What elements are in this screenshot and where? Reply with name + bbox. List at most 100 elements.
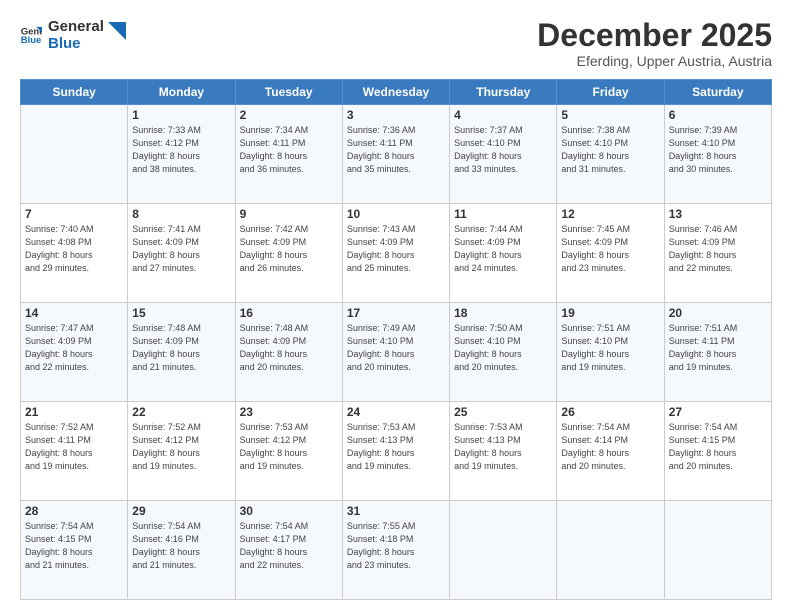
day-number: 5 — [561, 108, 659, 122]
day-number: 17 — [347, 306, 445, 320]
calendar-cell: 14Sunrise: 7:47 AM Sunset: 4:09 PM Dayli… — [21, 303, 128, 402]
calendar-cell: 5 Sunrise: 7:38 AM Sunset: 4:10 PM Daylig… — [557, 105, 664, 204]
day-number: 8 — [132, 207, 230, 221]
calendar-header-wednesday: Wednesday — [342, 80, 449, 105]
day-number: 15 — [132, 306, 230, 320]
day-info: Sunrise: 7:53 AM Sunset: 4:13 PM Dayligh… — [454, 421, 552, 473]
calendar-cell: 9 Sunrise: 7:42 AM Sunset: 4:09 PM Daylig… — [235, 204, 342, 303]
calendar-cell: 30 Sunrise: 7:54 AM Sunset: 4:17 PM Dayli… — [235, 501, 342, 600]
day-number: 3 — [347, 108, 445, 122]
day-number: 18 — [454, 306, 552, 320]
day-info: Sunrise: 7:34 AM Sunset: 4:11 PM Dayligh… — [240, 124, 338, 176]
calendar-cell: 11 Sunrise: 7:44 AM Sunset: 4:09 PM Dayli… — [450, 204, 557, 303]
month-title: December 2025 — [537, 18, 772, 53]
day-info: Sunrise: 7:40 AM Sunset: 4:08 PM Dayligh… — [25, 223, 123, 275]
calendar-week-row-1: 1 Sunrise: 7:33 AM Sunset: 4:12 PM Daylig… — [21, 105, 772, 204]
day-number: 9 — [240, 207, 338, 221]
day-number: 4 — [454, 108, 552, 122]
day-number: 23 — [240, 405, 338, 419]
calendar-cell — [21, 105, 128, 204]
calendar-cell: 6 Sunrise: 7:39 AM Sunset: 4:10 PM Daylig… — [664, 105, 771, 204]
calendar-cell: 2 Sunrise: 7:34 AM Sunset: 4:11 PM Daylig… — [235, 105, 342, 204]
day-info: Sunrise: 7:38 AM Sunset: 4:10 PM Dayligh… — [561, 124, 659, 176]
day-info: Sunrise: 7:36 AM Sunset: 4:11 PM Dayligh… — [347, 124, 445, 176]
calendar-week-row-4: 21 Sunrise: 7:52 AM Sunset: 4:11 PM Dayli… — [21, 402, 772, 501]
calendar-cell: 7 Sunrise: 7:40 AM Sunset: 4:08 PM Daylig… — [21, 204, 128, 303]
calendar-cell: 20Sunrise: 7:51 AM Sunset: 4:11 PM Dayli… — [664, 303, 771, 402]
calendar-week-row-2: 7 Sunrise: 7:40 AM Sunset: 4:08 PM Daylig… — [21, 204, 772, 303]
day-info: Sunrise: 7:43 AM Sunset: 4:09 PM Dayligh… — [347, 223, 445, 275]
day-info: Sunrise: 7:54 AM Sunset: 4:17 PM Dayligh… — [240, 520, 338, 572]
day-number: 11 — [454, 207, 552, 221]
day-info: Sunrise: 7:52 AM Sunset: 4:11 PM Dayligh… — [25, 421, 123, 473]
calendar-cell: 15 Sunrise: 7:48 AM Sunset: 4:09 PM Dayli… — [128, 303, 235, 402]
calendar-cell: 24 Sunrise: 7:53 AM Sunset: 4:13 PM Dayli… — [342, 402, 449, 501]
day-number: 16 — [240, 306, 338, 320]
day-number: 1 — [132, 108, 230, 122]
day-number: 12 — [561, 207, 659, 221]
day-info: Sunrise: 7:33 AM Sunset: 4:12 PM Dayligh… — [132, 124, 230, 176]
day-info: Sunrise: 7:53 AM Sunset: 4:12 PM Dayligh… — [240, 421, 338, 473]
logo-icon: General Blue — [20, 24, 42, 46]
day-number: 24 — [347, 405, 445, 419]
day-info: Sunrise: 7:54 AM Sunset: 4:14 PM Dayligh… — [561, 421, 659, 473]
day-info: Sunrise: 7:51 AM Sunset: 4:11 PM Dayligh… — [669, 322, 767, 374]
day-info: Sunrise: 7:49 AM Sunset: 4:10 PM Dayligh… — [347, 322, 445, 374]
day-number: 30 — [240, 504, 338, 518]
calendar-cell: 18 Sunrise: 7:50 AM Sunset: 4:10 PM Dayli… — [450, 303, 557, 402]
day-info: Sunrise: 7:41 AM Sunset: 4:09 PM Dayligh… — [132, 223, 230, 275]
calendar-cell — [450, 501, 557, 600]
svg-text:Blue: Blue — [21, 35, 42, 46]
day-number: 10 — [347, 207, 445, 221]
day-number: 25 — [454, 405, 552, 419]
day-info: Sunrise: 7:50 AM Sunset: 4:10 PM Dayligh… — [454, 322, 552, 374]
day-number: 2 — [240, 108, 338, 122]
calendar-cell: 4 Sunrise: 7:37 AM Sunset: 4:10 PM Daylig… — [450, 105, 557, 204]
day-number: 27 — [669, 405, 767, 419]
calendar-cell — [557, 501, 664, 600]
day-info: Sunrise: 7:53 AM Sunset: 4:13 PM Dayligh… — [347, 421, 445, 473]
logo-general-text: General — [48, 18, 104, 35]
header: General Blue General Blue December 2025 … — [20, 18, 772, 69]
day-number: 28 — [25, 504, 123, 518]
calendar-cell: 27Sunrise: 7:54 AM Sunset: 4:15 PM Dayli… — [664, 402, 771, 501]
logo-blue-text: Blue — [48, 35, 104, 52]
day-info: Sunrise: 7:48 AM Sunset: 4:09 PM Dayligh… — [132, 322, 230, 374]
day-number: 21 — [25, 405, 123, 419]
day-info: Sunrise: 7:39 AM Sunset: 4:10 PM Dayligh… — [669, 124, 767, 176]
day-info: Sunrise: 7:55 AM Sunset: 4:18 PM Dayligh… — [347, 520, 445, 572]
calendar-table: SundayMondayTuesdayWednesdayThursdayFrid… — [20, 79, 772, 600]
day-info: Sunrise: 7:52 AM Sunset: 4:12 PM Dayligh… — [132, 421, 230, 473]
calendar-cell: 29Sunrise: 7:54 AM Sunset: 4:16 PM Dayli… — [128, 501, 235, 600]
calendar-cell: 26 Sunrise: 7:54 AM Sunset: 4:14 PM Dayli… — [557, 402, 664, 501]
calendar-cell: 13Sunrise: 7:46 AM Sunset: 4:09 PM Dayli… — [664, 204, 771, 303]
calendar-week-row-5: 28Sunrise: 7:54 AM Sunset: 4:15 PM Dayli… — [21, 501, 772, 600]
calendar-header-tuesday: Tuesday — [235, 80, 342, 105]
logo: General Blue General Blue — [20, 18, 126, 53]
calendar-header-row: SundayMondayTuesdayWednesdayThursdayFrid… — [21, 80, 772, 105]
calendar-cell: 10 Sunrise: 7:43 AM Sunset: 4:09 PM Dayli… — [342, 204, 449, 303]
calendar-cell: 17 Sunrise: 7:49 AM Sunset: 4:10 PM Dayli… — [342, 303, 449, 402]
calendar-header-saturday: Saturday — [664, 80, 771, 105]
day-info: Sunrise: 7:44 AM Sunset: 4:09 PM Dayligh… — [454, 223, 552, 275]
calendar-header-friday: Friday — [557, 80, 664, 105]
calendar-cell: 31 Sunrise: 7:55 AM Sunset: 4:18 PM Dayli… — [342, 501, 449, 600]
day-number: 7 — [25, 207, 123, 221]
calendar-cell: 1 Sunrise: 7:33 AM Sunset: 4:12 PM Daylig… — [128, 105, 235, 204]
day-info: Sunrise: 7:48 AM Sunset: 4:09 PM Dayligh… — [240, 322, 338, 374]
logo-arrow-icon — [108, 22, 126, 40]
day-number: 6 — [669, 108, 767, 122]
day-info: Sunrise: 7:42 AM Sunset: 4:09 PM Dayligh… — [240, 223, 338, 275]
day-info: Sunrise: 7:37 AM Sunset: 4:10 PM Dayligh… — [454, 124, 552, 176]
day-number: 31 — [347, 504, 445, 518]
calendar-week-row-3: 14Sunrise: 7:47 AM Sunset: 4:09 PM Dayli… — [21, 303, 772, 402]
calendar-cell: 12Sunrise: 7:45 AM Sunset: 4:09 PM Dayli… — [557, 204, 664, 303]
day-info: Sunrise: 7:54 AM Sunset: 4:16 PM Dayligh… — [132, 520, 230, 572]
calendar-header-monday: Monday — [128, 80, 235, 105]
calendar-cell: 22Sunrise: 7:52 AM Sunset: 4:12 PM Dayli… — [128, 402, 235, 501]
calendar-cell: 25 Sunrise: 7:53 AM Sunset: 4:13 PM Dayli… — [450, 402, 557, 501]
day-number: 26 — [561, 405, 659, 419]
day-number: 13 — [669, 207, 767, 221]
calendar-cell: 3 Sunrise: 7:36 AM Sunset: 4:11 PM Daylig… — [342, 105, 449, 204]
calendar-cell: 21 Sunrise: 7:52 AM Sunset: 4:11 PM Dayli… — [21, 402, 128, 501]
